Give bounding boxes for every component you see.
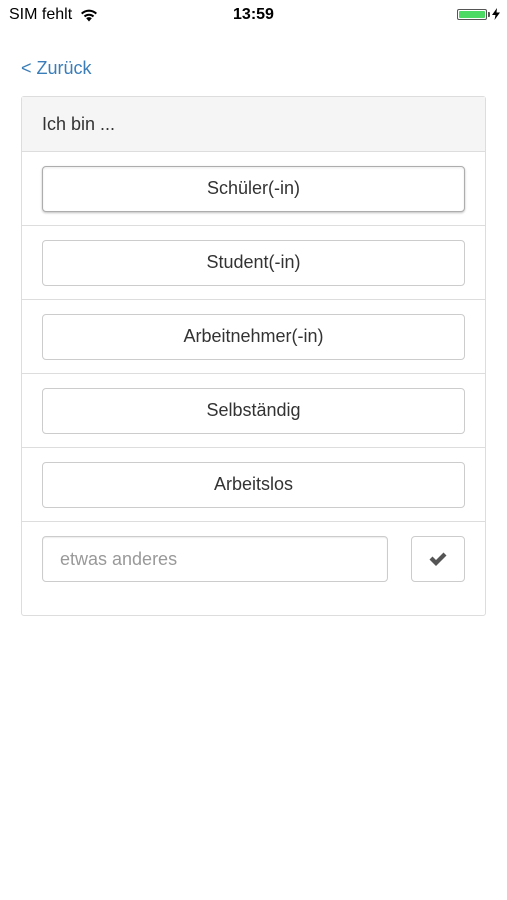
check-icon — [429, 552, 447, 566]
back-button[interactable]: < Zurück — [21, 58, 92, 79]
confirm-button[interactable] — [411, 536, 465, 582]
battery-indicator — [457, 8, 500, 20]
option-row: Schüler(-in) — [22, 152, 485, 226]
selection-panel: Ich bin ... Schüler(-in) Student(-in) Ar… — [21, 96, 486, 616]
option-row: Arbeitslos — [22, 448, 485, 522]
status-bar: SIM fehlt 13:59 — [0, 0, 507, 30]
option-row: Student(-in) — [22, 226, 485, 300]
status-time: 13:59 — [233, 6, 274, 23]
option-button-schueler[interactable]: Schüler(-in) — [42, 165, 465, 212]
battery-fill — [459, 10, 485, 18]
battery-icon — [457, 8, 487, 20]
bolt-icon — [492, 8, 500, 20]
option-button-selbstaendig[interactable]: Selbständig — [42, 387, 465, 434]
option-button-arbeitslos[interactable]: Arbeitslos — [42, 461, 465, 508]
option-button-student[interactable]: Student(-in) — [42, 239, 465, 286]
option-row: Arbeitnehmer(-in) — [22, 300, 485, 374]
other-option-row — [22, 522, 485, 596]
battery-tip — [488, 11, 490, 17]
option-button-arbeitnehmer[interactable]: Arbeitnehmer(-in) — [42, 313, 465, 360]
option-row: Selbständig — [22, 374, 485, 448]
panel-heading: Ich bin ... — [22, 97, 485, 152]
other-option-input[interactable] — [42, 536, 388, 582]
